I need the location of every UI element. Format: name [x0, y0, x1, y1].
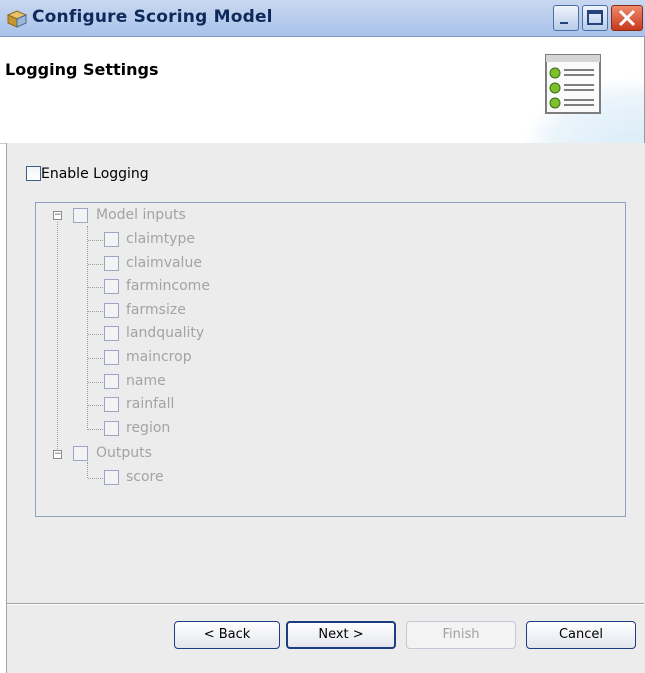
claimvalue-checkbox[interactable] [104, 256, 119, 271]
tree-item-label: name [126, 373, 166, 389]
tree-connector [88, 311, 103, 312]
claimtype-checkbox[interactable] [104, 232, 119, 247]
page-title: Logging Settings [5, 60, 159, 79]
outputs-checkbox[interactable] [73, 446, 88, 461]
tree-item-label: claimvalue [126, 255, 202, 271]
back-button[interactable]: < Back [174, 621, 280, 649]
minimize-icon [560, 22, 568, 24]
tree-connector [88, 240, 103, 241]
settings-list-icon [545, 54, 601, 114]
title-bar[interactable]: Configure Scoring Model [0, 0, 645, 37]
tree-connector [87, 226, 88, 430]
window-title: Configure Scoring Model [32, 7, 273, 27]
configure-scoring-model-dialog: Configure Scoring Model Logging Settings [0, 0, 645, 673]
farmincome-checkbox[interactable] [104, 279, 119, 294]
farmsize-checkbox[interactable] [104, 303, 119, 318]
enable-logging-label: Enable Logging [41, 166, 149, 182]
landquality-checkbox[interactable] [104, 326, 119, 341]
logging-tree [35, 202, 626, 517]
enable-logging-checkbox[interactable] [26, 166, 41, 181]
outputs-label: Outputs [96, 445, 152, 461]
wizard-header: Logging Settings [0, 37, 644, 144]
maximize-button[interactable] [582, 5, 608, 31]
tree-connector [88, 287, 103, 288]
minimize-button[interactable] [553, 5, 579, 31]
tree-connector [88, 478, 103, 479]
tree-connector [57, 222, 58, 455]
finish-button[interactable]: Finish [406, 621, 516, 649]
cancel-button[interactable]: Cancel [526, 621, 636, 649]
region-checkbox[interactable] [104, 421, 119, 436]
tree-connector [87, 462, 88, 478]
next-button[interactable]: Next > [286, 621, 396, 649]
score-checkbox[interactable] [104, 470, 119, 485]
tree-item-label: maincrop [126, 349, 192, 365]
maincrop-checkbox[interactable] [104, 350, 119, 365]
footer-divider [7, 603, 644, 605]
tree-connector [88, 382, 103, 383]
tree-item-label: score [126, 469, 164, 485]
close-button[interactable] [611, 5, 643, 31]
tree-connector [88, 405, 103, 406]
tree-connector [88, 334, 103, 335]
tree-item-label: region [126, 420, 171, 436]
tree-item-label: farmincome [126, 278, 210, 294]
tree-item-label: farmsize [126, 302, 186, 318]
tree-connector [88, 358, 103, 359]
tree-item-label: claimtype [126, 231, 195, 247]
collapse-outputs-icon[interactable]: − [53, 450, 62, 459]
name-checkbox[interactable] [104, 374, 119, 389]
rainfall-checkbox[interactable] [104, 397, 119, 412]
maximize-icon [587, 10, 603, 25]
model-inputs-label: Model inputs [96, 207, 186, 223]
tree-connector [88, 429, 103, 430]
app-icon [6, 10, 28, 28]
model-inputs-checkbox[interactable] [73, 208, 88, 223]
tree-item-label: landquality [126, 325, 205, 341]
close-icon [618, 9, 636, 27]
collapse-model-inputs-icon[interactable]: − [53, 211, 62, 220]
tree-connector [88, 264, 103, 265]
tree-item-label: rainfall [126, 396, 175, 412]
